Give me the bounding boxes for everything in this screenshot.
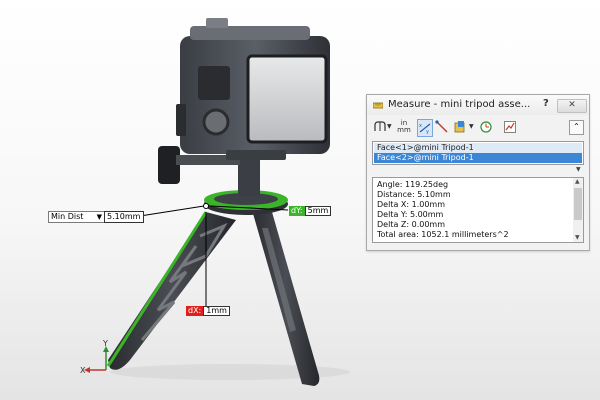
delta-callout-top[interactable]: dY: 5mm [289,206,332,216]
chevron-down-icon[interactable]: ▼ [387,119,392,135]
axis-label-x: X [80,366,86,375]
delta-callout-bottom-tag: dX: [186,306,204,316]
result-line: Delta Y: 5.00mm [377,210,444,219]
close-button[interactable]: ✕ [557,99,587,113]
axis-label-y: Y [102,339,108,348]
sensor-graph-icon[interactable] [503,119,517,135]
collapse-button[interactable]: ⌃ [569,120,584,135]
result-line: Total area: 1052.1 millimeters^2 [377,230,509,239]
point-to-point-icon[interactable] [435,119,449,135]
scroll-thumb[interactable] [574,188,582,220]
delta-callout-top-value: 5mm [304,206,332,216]
min-dist-value: 5.10mm [104,211,144,223]
camera-lcd-screen [246,54,328,144]
result-line: Delta Z: 0.00mm [377,220,446,229]
results-scrollbar[interactable]: ▲ ▼ [573,178,583,242]
svg-text:y: y [426,129,429,135]
help-button[interactable]: ? [543,98,549,109]
xyz-measure-icon[interactable]: x y [417,119,433,137]
camera-top-latch [190,26,310,40]
panel-title: Measure - mini tripod asse... [388,99,531,110]
min-dist-dropdown[interactable]: Min Dist ▼ [48,211,105,223]
result-line: Distance: 5.10mm [377,190,451,199]
delta-callout-bottom[interactable]: dX: 1mm [186,306,230,316]
svg-text:x: x [419,123,422,129]
chevron-down-icon: ▼ [96,213,102,221]
camera-mount-post[interactable] [238,160,260,196]
panel-titlebar[interactable]: Measure - mini tripod asse... ? ✕ [367,95,589,115]
measure-icon [373,102,383,109]
delta-callout-top-tag: dY: [289,206,305,216]
measure-panel[interactable]: Measure - mini tripod asse... ? ✕ ▼ in m… [366,94,590,251]
units-bottom-label: mm [397,126,411,134]
min-dist-leader [139,205,205,217]
leg-left-selected-face [106,211,208,367]
camera-lens [202,108,230,136]
delta-callout-bottom-value: 1mm [203,306,230,316]
scroll-down-icon[interactable]: ▼ [575,234,580,241]
selection-list[interactable]: Face<1>@mini Tripod-1 Face<2>@mini Tripo… [372,141,584,165]
result-line: Angle: 119.25deg [377,180,449,189]
chevron-down-icon[interactable]: ▼ [469,119,474,135]
camera-side-clip [176,104,186,136]
selection-item[interactable]: Face<2>@mini Tripod-1 [374,153,582,163]
camera-top-button[interactable] [206,18,228,28]
result-line: Delta X: 1.00mm [377,200,446,209]
min-dist-anchor [203,203,209,209]
projection-icon[interactable] [453,119,467,135]
measure-toolbar: ▼ in mm x y ▼ ⌃ [371,119,585,137]
expand-chevron-icon[interactable]: ▼ [576,166,581,174]
min-dist-dropdown-label: Min Dist [51,212,84,221]
results-box[interactable]: Angle: 119.25deg Distance: 5.10mm Delta … [372,177,584,243]
units-button[interactable]: in mm [397,120,411,136]
arc-condition-icon[interactable] [373,119,387,135]
selection-item[interactable]: Face<1>@mini Tripod-1 [374,143,582,153]
camera-bottom-clip [226,150,286,160]
measurement-history-icon[interactable] [479,119,493,135]
scroll-up-icon[interactable]: ▲ [575,178,580,185]
axis-triad [84,346,109,373]
camera-front-panel [198,66,230,100]
